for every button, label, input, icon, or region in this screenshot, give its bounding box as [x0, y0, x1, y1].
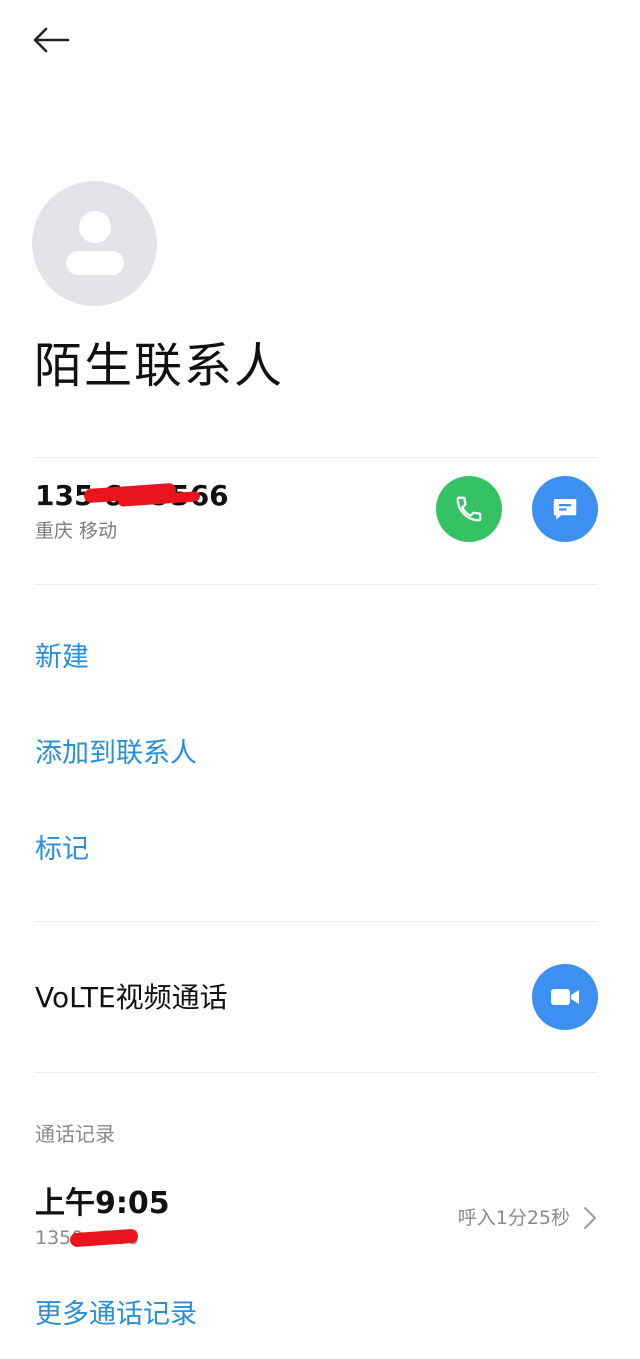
video-call-button[interactable] — [532, 964, 598, 1030]
divider — [34, 1072, 598, 1073]
new-contact-action[interactable]: 新建 — [35, 640, 89, 676]
arrow-left-icon — [33, 27, 70, 53]
divider — [34, 457, 598, 458]
volte-video-call-label: VoLTE视频通话 — [35, 981, 228, 1014]
mark-action[interactable]: 标记 — [35, 832, 89, 868]
more-call-records-link[interactable]: 更多通话记录 — [35, 1297, 197, 1333]
call-button[interactable] — [436, 476, 502, 542]
call-record-detail: 呼入1分25秒 — [457, 1207, 570, 1229]
message-icon — [553, 499, 577, 520]
phone-icon — [456, 496, 482, 522]
person-icon — [79, 211, 111, 243]
call-log-section-title: 通话记录 — [35, 1122, 115, 1146]
contact-detail-page: 陌生联系人 135 6 9566 重庆 移动 新建 添加到联系人 标记 VoLT… — [0, 0, 640, 1359]
phone-location: 重庆 移动 — [35, 520, 118, 542]
chevron-right-icon — [584, 1207, 596, 1229]
message-button[interactable] — [532, 476, 598, 542]
add-to-contacts-action[interactable]: 添加到联系人 — [35, 736, 197, 772]
call-record-time: 上午9:05 — [35, 1186, 170, 1221]
video-camera-icon — [551, 989, 579, 1005]
avatar — [32, 181, 157, 306]
divider — [34, 921, 598, 922]
call-record-row[interactable]: 上午9:05 1350 566 呼入1分25秒 — [0, 1175, 640, 1265]
contact-name: 陌生联系人 — [34, 338, 285, 394]
divider — [34, 584, 598, 585]
back-button[interactable] — [26, 20, 76, 60]
